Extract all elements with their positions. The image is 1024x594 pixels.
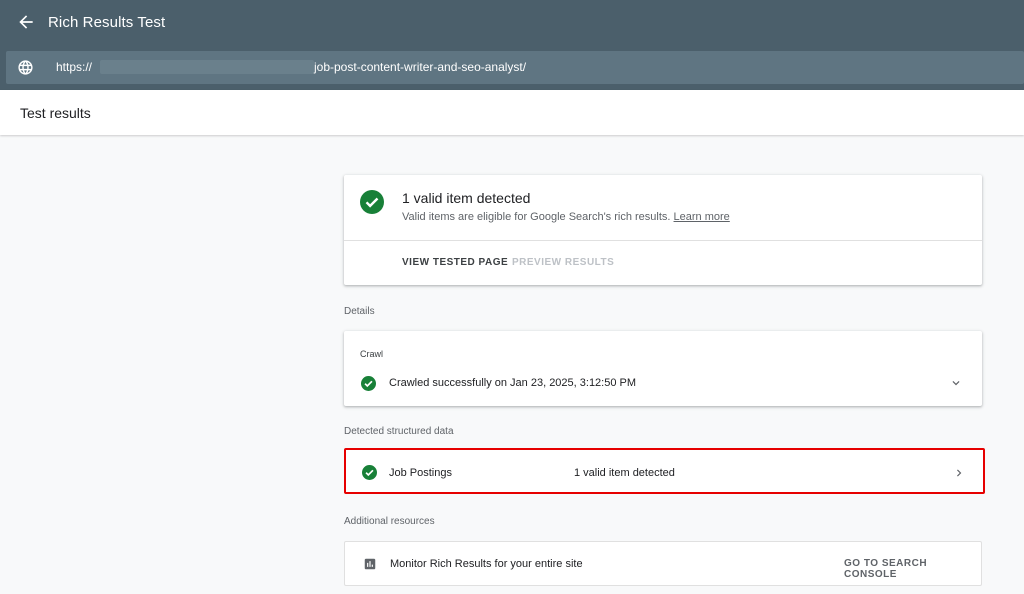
monitor-text: Monitor Rich Results for your entire sit… xyxy=(390,558,583,570)
card-divider xyxy=(344,240,982,241)
description-text: Valid items are eligible for Google Sear… xyxy=(402,211,671,223)
url-prefix: https:// xyxy=(56,60,93,74)
valid-items-description: Valid items are eligible for Google Sear… xyxy=(402,211,730,223)
results-header: Test results xyxy=(0,90,1024,135)
chevron-down-icon[interactable] xyxy=(949,376,963,390)
check-circle-icon xyxy=(361,376,376,391)
resources-section-label: Additional resources xyxy=(344,516,435,527)
structured-data-status: 1 valid item detected xyxy=(574,467,675,479)
job-postings-row[interactable]: Job Postings 1 valid item detected xyxy=(344,448,985,494)
app-title: Rich Results Test xyxy=(48,14,166,31)
valid-items-heading: 1 valid item detected xyxy=(402,190,531,206)
url-field[interactable]: https:// job-post-content-writer-and-seo… xyxy=(6,51,1024,84)
app-header: Rich Results Test https:// job-post-cont… xyxy=(0,0,1024,90)
bar-chart-icon xyxy=(364,558,376,570)
globe-icon xyxy=(18,60,33,75)
go-to-search-console-button[interactable]: GO TO SEARCH CONSOLE xyxy=(844,558,981,580)
page-title: Test results xyxy=(20,105,91,121)
crawl-card[interactable]: Crawl Crawled successfully on Jan 23, 20… xyxy=(344,331,982,406)
url-redacted-segment xyxy=(100,60,314,74)
crawl-status-text: Crawled successfully on Jan 23, 2025, 3:… xyxy=(389,377,637,389)
monitor-resource-card: Monitor Rich Results for your entire sit… xyxy=(344,541,982,586)
check-circle-icon xyxy=(362,465,377,480)
check-circle-icon xyxy=(360,190,384,214)
structured-data-section-label: Detected structured data xyxy=(344,426,454,437)
details-section-label: Details xyxy=(344,306,375,317)
structured-data-type: Job Postings xyxy=(389,467,452,479)
learn-more-link[interactable]: Learn more xyxy=(674,211,730,223)
back-arrow-icon[interactable] xyxy=(16,12,36,32)
url-suffix: job-post-content-writer-and-seo-analyst/ xyxy=(314,60,527,74)
crawl-label: Crawl xyxy=(360,349,384,359)
summary-card: 1 valid item detected Valid items are el… xyxy=(344,175,982,285)
chevron-right-icon[interactable] xyxy=(952,466,966,480)
view-tested-page-button[interactable]: VIEW TESTED PAGE xyxy=(402,257,508,268)
preview-results-button[interactable]: PREVIEW RESULTS xyxy=(512,257,614,268)
